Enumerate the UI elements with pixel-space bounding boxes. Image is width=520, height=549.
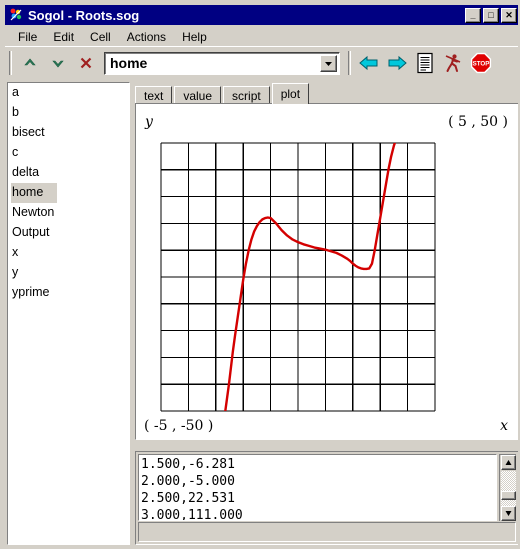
list-item-selected[interactable]: home: [11, 183, 57, 203]
cell-list[interactable]: a b bisect c delta home Newton Output x …: [7, 82, 130, 545]
move-down-button[interactable]: [44, 50, 72, 76]
list-item[interactable]: a: [8, 83, 129, 103]
list-item[interactable]: b: [8, 103, 129, 123]
menu-actions[interactable]: Actions: [119, 29, 174, 45]
list-item[interactable]: c: [8, 143, 129, 163]
list-item[interactable]: delta: [8, 163, 129, 183]
output-scrollbar[interactable]: [499, 454, 516, 521]
menu-help[interactable]: Help: [174, 29, 215, 45]
menu-bar: File Edit Cell Actions Help: [5, 27, 518, 46]
scrollbar-track[interactable]: [501, 471, 516, 506]
triangle-down-icon: [505, 511, 512, 516]
scroll-up-button[interactable]: [501, 455, 516, 470]
list-item[interactable]: yprime: [8, 283, 129, 303]
svg-text:STOP: STOP: [473, 61, 490, 68]
x-icon: [80, 57, 92, 69]
tab-label: script: [232, 88, 261, 103]
list-item[interactable]: y: [8, 263, 129, 283]
list-item[interactable]: Output: [8, 223, 129, 243]
stop-button[interactable]: STOP: [467, 50, 495, 76]
output-line: 2.000,-5.000: [141, 474, 235, 489]
scrollbar-thumb[interactable]: [501, 491, 516, 500]
plot-panel: y x ( 5 , 50 ) ( -5 , -50 ): [135, 103, 518, 440]
toolbar: home STOP: [5, 46, 518, 79]
minimize-icon: _: [470, 9, 476, 20]
maximize-button[interactable]: □: [483, 7, 499, 23]
document-icon: [417, 52, 433, 74]
cell-selector[interactable]: home: [104, 51, 340, 75]
tab-text[interactable]: text: [135, 86, 173, 104]
plot-grid: [160, 142, 436, 412]
close-button[interactable]: ✕: [501, 7, 517, 23]
output-line: 1.500,-6.281: [141, 457, 235, 472]
forward-button[interactable]: [383, 50, 411, 76]
output-line: 2.500,22.531: [141, 491, 235, 506]
menu-cell[interactable]: Cell: [82, 29, 119, 45]
toolbar-separator-right: [348, 51, 351, 75]
delete-button[interactable]: [72, 50, 100, 76]
cell-selector-dropdown-button[interactable]: [320, 54, 337, 72]
title-bar: Sogol - Roots.sog _ □ ✕: [5, 5, 518, 25]
output-line: 3.000,111.000: [141, 508, 243, 521]
tab-strip: text value script plot: [135, 83, 518, 104]
menu-edit[interactable]: Edit: [45, 29, 82, 45]
toolbar-separator-left: [9, 51, 12, 75]
chevron-down-icon: [52, 60, 64, 68]
output-text-area[interactable]: 1.500,-6.281 2.000,-5.000 2.500,22.531 3…: [138, 454, 497, 521]
tab-value[interactable]: value: [174, 86, 222, 104]
arrow-right-icon: [388, 55, 407, 71]
list-item[interactable]: Newton: [8, 203, 129, 223]
plot-canvas: [160, 142, 436, 412]
minimize-button[interactable]: _: [465, 7, 481, 23]
stop-sign-icon: STOP: [470, 52, 492, 74]
back-button[interactable]: [355, 50, 383, 76]
application-window: Sogol - Roots.sog _ □ ✕ File Edit Cell A…: [0, 0, 520, 549]
cell-selector-value: home: [110, 55, 148, 71]
tab-label: text: [144, 88, 164, 103]
tab-label: value: [183, 88, 213, 103]
window-controls: _ □ ✕: [465, 7, 517, 23]
list-item[interactable]: bisect: [8, 123, 129, 143]
run-button[interactable]: [439, 50, 467, 76]
list-button[interactable]: [411, 50, 439, 76]
maximize-icon: □: [488, 9, 494, 20]
list-item[interactable]: x: [8, 243, 129, 263]
app-icon: [8, 7, 24, 23]
output-status-bar: [138, 522, 516, 542]
scroll-down-button[interactable]: [501, 506, 516, 521]
output-pane: 1.500,-6.281 2.000,-5.000 2.500,22.531 3…: [135, 451, 518, 545]
triangle-up-icon: [505, 460, 512, 465]
tab-label: plot: [280, 87, 301, 101]
move-up-button[interactable]: [16, 50, 44, 76]
menu-file[interactable]: File: [10, 29, 45, 45]
chevron-up-icon: [24, 58, 36, 66]
arrow-left-icon: [359, 55, 378, 71]
window-title: Sogol - Roots.sog: [28, 7, 140, 23]
tab-plot[interactable]: plot: [271, 83, 310, 104]
chevron-down-icon: [325, 61, 332, 66]
close-icon: ✕: [505, 9, 513, 20]
output-inner: 1.500,-6.281 2.000,-5.000 2.500,22.531 3…: [138, 454, 516, 542]
runner-icon: [445, 54, 461, 72]
tab-script[interactable]: script: [223, 86, 270, 104]
